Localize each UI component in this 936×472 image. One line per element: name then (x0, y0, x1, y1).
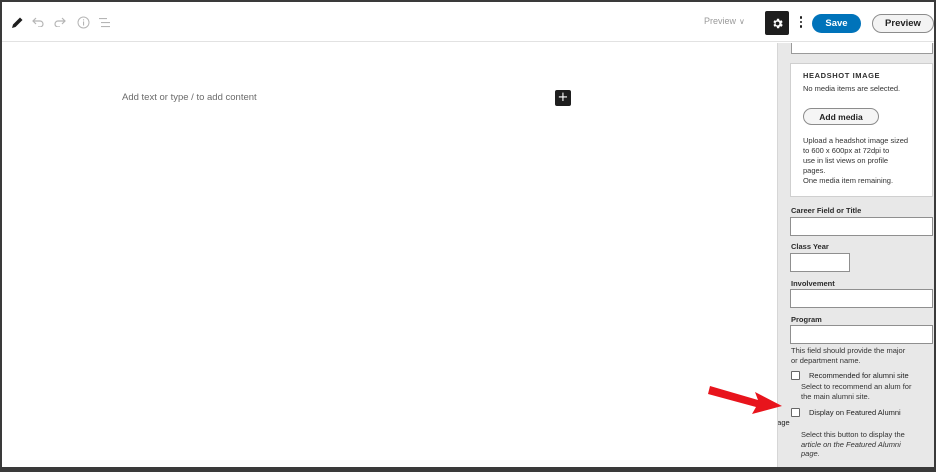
preview-dropdown[interactable]: Preview ∨ (704, 16, 745, 26)
career-field-input[interactable] (790, 217, 933, 236)
pencil-icon[interactable] (8, 13, 26, 31)
featured-alumni-label[interactable]: Display on Featured Alumni page (778, 408, 931, 428)
career-field-label: Career Field or Title (791, 206, 862, 215)
program-input[interactable] (790, 325, 933, 344)
gear-icon (772, 18, 783, 28)
red-arrow-annotation-icon (708, 386, 782, 414)
involvement-label: Involvement (791, 279, 835, 288)
block-editor: Preview ∨ Save Preview Add text or type /… (2, 2, 934, 467)
headshot-desc-line: pages. (803, 166, 826, 175)
program-help: This field should provide the major or d… (791, 346, 931, 365)
settings-button[interactable] (765, 11, 789, 35)
class-year-label: Class Year (791, 242, 829, 251)
featured-help-line: Select this button to display the (801, 430, 905, 439)
editor-toolbar: Preview ∨ Save Preview (2, 2, 934, 42)
add-media-button[interactable]: Add media (803, 108, 879, 125)
recommended-help: Select to recommend an alum for the main… (801, 382, 931, 401)
involvement-input[interactable] (790, 289, 933, 308)
program-help-line: or department name. (791, 355, 861, 365)
featured-help-italic: article on the Featured Alumni (801, 439, 901, 449)
more-options-icon[interactable] (797, 13, 805, 31)
undo-icon[interactable] (29, 13, 47, 31)
headshot-image-panel: HEADSHOT IMAGE No media items are select… (790, 63, 933, 197)
headshot-desc-line: to 600 x 600px at 72dpi to (803, 146, 890, 155)
class-year-input[interactable] (790, 253, 850, 272)
featured-help-line: article on the Featured Alumni (801, 440, 931, 450)
block-placeholder[interactable]: Add text or type / to add content (122, 92, 257, 103)
list-view-icon[interactable] (96, 13, 114, 31)
featured-help-italic: page. (801, 449, 820, 458)
featured-alumni-help: Select this button to display the articl… (801, 430, 931, 459)
headshot-title: HEADSHOT IMAGE (803, 71, 881, 80)
info-icon[interactable] (74, 13, 92, 31)
screenshot-frame: Preview ∨ Save Preview Add text or type /… (0, 0, 936, 472)
save-button[interactable]: Save (812, 14, 861, 33)
program-help-line: This field should provide the major (791, 346, 906, 355)
headshot-desc-line: One media item remaining. (803, 176, 894, 185)
preview-button[interactable]: Preview (872, 14, 934, 33)
program-label: Program (791, 315, 822, 324)
headshot-desc-line: Upload a headshot image sized (803, 136, 909, 145)
no-media-note: No media items are selected. (803, 84, 901, 93)
recommended-help-line: Select to recommend an alum for (801, 382, 912, 391)
editor-canvas[interactable]: Add text or type / to add content + (2, 43, 776, 467)
headshot-description: Upload a headshot image sized to 600 x 6… (803, 136, 927, 186)
block-inserter-plus-icon[interactable]: + (555, 90, 571, 106)
redo-icon[interactable] (51, 13, 69, 31)
recommended-label[interactable]: Recommended for alumni site (809, 371, 909, 381)
partial-input-field[interactable] (791, 43, 933, 54)
headshot-desc-line: use in list views on profile (803, 156, 889, 165)
chevron-down-icon: ∨ (739, 17, 745, 26)
recommended-help-line: the main alumni site. (801, 391, 870, 401)
preview-dropdown-label: Preview (704, 16, 737, 26)
settings-sidebar: HEADSHOT IMAGE No media items are select… (777, 43, 934, 467)
featured-help-line: page. (801, 449, 931, 459)
recommended-checkbox[interactable] (791, 371, 800, 380)
featured-label-line: Display on Featured Alumni (809, 408, 901, 417)
